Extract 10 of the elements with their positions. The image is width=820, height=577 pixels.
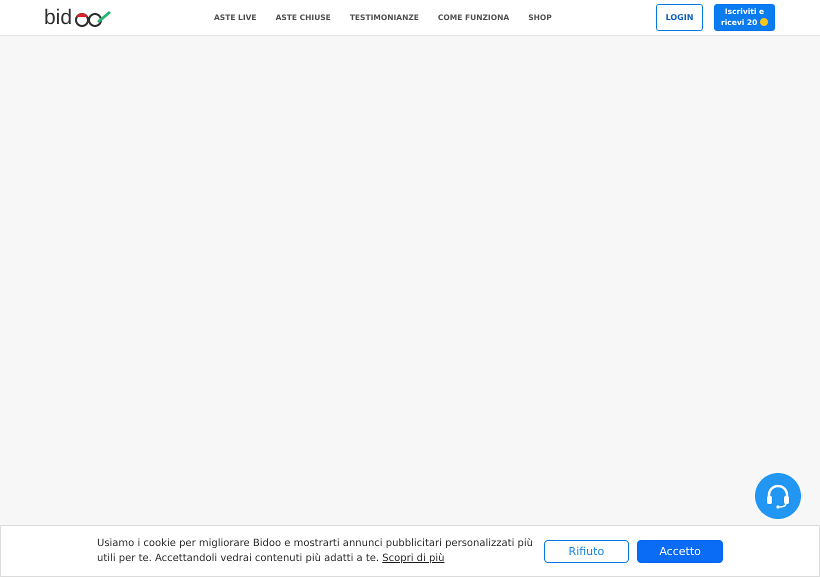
cookie-message: Usiamo i cookie per migliorare Bidoo e mostrarti annunci pubblicitari personalizzati più utili per te. Accettandoli vedrai contenuti più adatti a te. Scopri di più bbox=[97, 537, 534, 566]
headset-icon bbox=[765, 483, 791, 509]
logo-text[interactable]: bid bbox=[44, 7, 72, 28]
learn-more-link[interactable]: Scopri di più bbox=[382, 553, 444, 564]
reject-button[interactable]: Rifiuto bbox=[544, 540, 630, 562]
login-button[interactable]: LOGIN bbox=[656, 4, 703, 31]
logo-drawing bbox=[73, 8, 114, 28]
coin-icon bbox=[760, 18, 768, 26]
accept-button[interactable]: Accetto bbox=[637, 540, 723, 562]
support-button[interactable] bbox=[755, 473, 801, 519]
